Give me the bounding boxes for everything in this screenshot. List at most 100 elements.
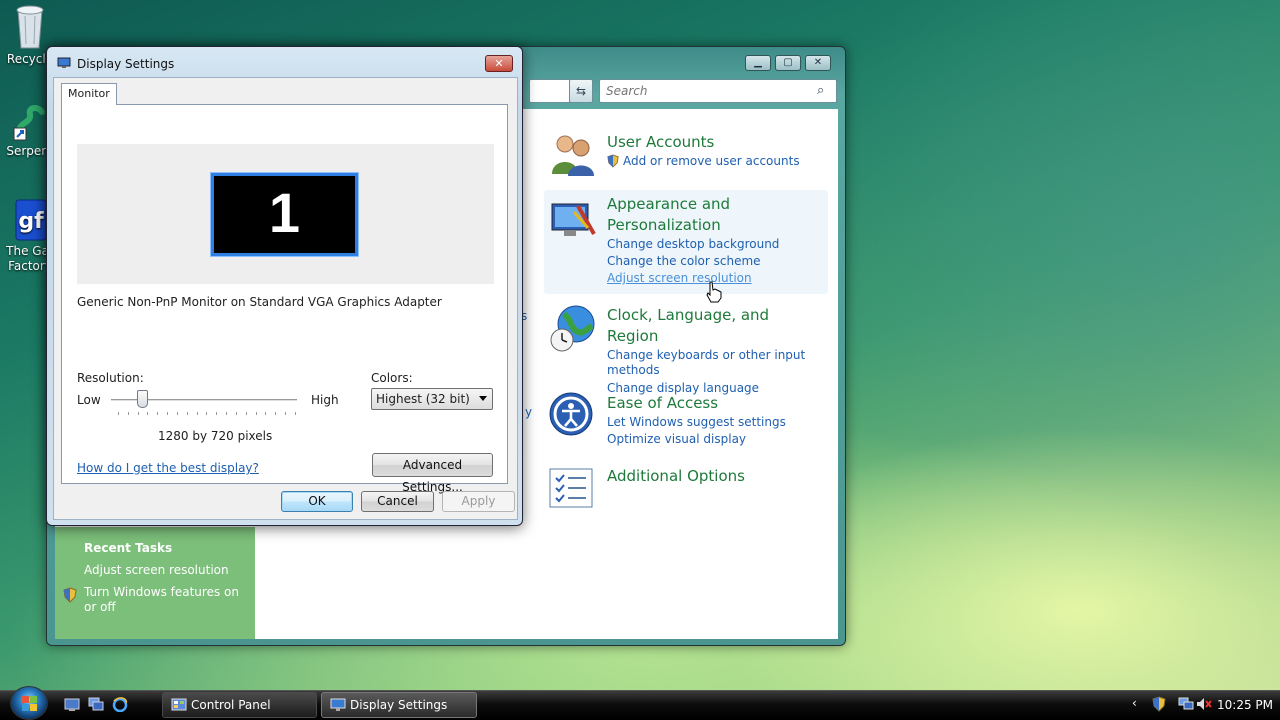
slider-tick <box>226 412 228 415</box>
show-desktop-icon[interactable] <box>64 697 80 712</box>
chevron-down-icon <box>479 396 487 401</box>
slider-tick <box>294 412 296 415</box>
slider-tick <box>167 412 169 415</box>
slider-tick <box>285 412 287 415</box>
slider-tick <box>216 412 218 415</box>
dialog-body: Monitor 1 Generic Non-PnP Monitor on Sta… <box>53 77 518 520</box>
hand-cursor-icon <box>706 281 722 303</box>
slider-tick <box>275 412 277 415</box>
slider-tick <box>127 412 129 415</box>
category-link[interactable]: Optimize visual display <box>607 431 786 448</box>
monitor-panel: 1 Generic Non-PnP Monitor on Standard VG… <box>61 104 508 494</box>
appearance-icon <box>551 203 596 236</box>
colors-label: Colors: <box>371 371 413 385</box>
recent-tasks-pane: Recent Tasks Adjust screen resolution Tu… <box>55 527 255 639</box>
help-link[interactable]: How do I get the best display? <box>77 461 259 475</box>
peek-text: y <box>525 405 533 419</box>
recent-task-link[interactable]: Adjust screen resolution <box>84 563 229 577</box>
slider-tick <box>245 412 247 415</box>
category-title[interactable]: Clock, Language, and Region <box>607 305 817 347</box>
dialog-title: Display Settings <box>77 57 175 71</box>
shield-icon[interactable] <box>1152 696 1166 712</box>
minimize-button[interactable]: ▁ <box>745 55 771 71</box>
start-button[interactable] <box>10 686 48 720</box>
recent-tasks-heading: Recent Tasks <box>84 541 173 555</box>
slider-tick <box>265 412 267 415</box>
display-settings-dialog[interactable]: Display Settings ✕ Monitor 1 Generic Non… <box>46 46 523 526</box>
category-clock-language: Clock, Language, and Region Change keybo… <box>607 305 817 397</box>
monitor-1-tile[interactable]: 1 <box>210 172 359 257</box>
shield-icon <box>607 154 619 168</box>
display-settings-icon <box>330 698 346 711</box>
ease-of-access-icon <box>549 392 593 436</box>
network-icon[interactable] <box>1178 697 1194 711</box>
chevron-left-icon[interactable]: ‹ <box>1132 696 1137 710</box>
resolution-slider-thumb[interactable] <box>137 390 149 408</box>
internet-explorer-icon[interactable] <box>112 697 128 712</box>
close-button[interactable]: ✕ <box>485 55 513 72</box>
control-panel-icon <box>171 698 187 711</box>
slider-tick <box>186 412 188 415</box>
resolution-slider-ticks <box>118 412 296 416</box>
svg-text:gf: gf <box>18 209 44 234</box>
advanced-settings-button[interactable]: Advanced Settings... <box>372 453 493 494</box>
maximize-button[interactable]: ▢ <box>775 55 801 71</box>
user-accounts-icon <box>552 135 594 176</box>
game-factory-icon: gf <box>15 199 47 241</box>
additional-options-icon <box>549 468 593 508</box>
apply-button[interactable]: Apply <box>442 491 515 512</box>
category-additional-options: Additional Options <box>607 466 745 487</box>
category-title[interactable]: User Accounts <box>607 132 800 153</box>
slider-low-label: Low <box>77 393 101 407</box>
category-link[interactable]: Change keyboards or other input methods <box>607 347 817 380</box>
category-link[interactable]: Add or remove user accounts <box>607 153 800 170</box>
resolution-value: 1280 by 720 pixels <box>158 429 273 443</box>
category-ease-of-access: Ease of Access Let Windows suggest setti… <box>607 393 786 448</box>
category-link[interactable]: Change the color scheme <box>607 253 807 270</box>
slider-high-label: High <box>311 393 339 407</box>
recent-task-link[interactable]: Turn Windows features on or off <box>84 585 249 615</box>
category-appearance: Appearance and Personalization Change de… <box>607 194 807 287</box>
cancel-button[interactable]: Cancel <box>361 491 434 512</box>
taskbar-button-display-settings[interactable]: Display Settings <box>321 692 477 718</box>
shield-icon <box>63 587 77 603</box>
slider-tick <box>235 412 237 415</box>
slider-tick <box>147 412 149 415</box>
taskbar-button-label: Display Settings <box>350 698 448 712</box>
tab-monitor[interactable]: Monitor <box>61 83 117 105</box>
monitor-arrangement-area: 1 <box>77 144 494 284</box>
close-icon: ✕ <box>494 57 504 70</box>
category-title[interactable]: Ease of Access <box>607 393 786 414</box>
monitor-description: Generic Non-PnP Monitor on Standard VGA … <box>77 295 442 309</box>
refresh-button[interactable]: ⇆ <box>569 79 593 103</box>
windows-logo-icon <box>22 696 37 711</box>
slider-tick <box>255 412 257 415</box>
display-settings-title-icon <box>57 57 71 68</box>
category-link[interactable]: Let Windows suggest settings <box>607 414 786 431</box>
search-icon[interactable]: ⌕ <box>817 83 824 98</box>
taskbar-button-label: Control Panel <box>191 698 271 712</box>
ok-button[interactable]: OK <box>281 491 353 512</box>
taskbar-button-control-panel[interactable]: Control Panel <box>162 692 317 718</box>
clock-globe-icon <box>550 305 595 352</box>
slider-tick <box>206 412 208 415</box>
category-title[interactable]: Additional Options <box>607 466 745 487</box>
category-title[interactable]: Appearance and Personalization <box>607 194 807 236</box>
colors-select[interactable]: Highest (32 bit) <box>371 388 493 410</box>
colors-select-value: Highest (32 bit) <box>376 392 470 406</box>
slider-tick <box>196 412 198 415</box>
system-clock[interactable]: 10:25 PM <box>1217 698 1273 712</box>
window-caption-buttons: ▁ ▢ ✕ <box>745 55 831 71</box>
category-user-accounts: User Accounts Add or remove user account… <box>607 132 800 170</box>
switch-windows-icon[interactable] <box>88 697 104 712</box>
serpent-game-icon <box>13 105 45 141</box>
recycle-bin-icon <box>16 5 44 49</box>
volume-muted-icon[interactable] <box>1196 697 1212 711</box>
search-input[interactable] <box>599 79 837 103</box>
close-button[interactable]: ✕ <box>805 55 831 71</box>
refresh-icon: ⇆ <box>575 84 587 98</box>
slider-tick <box>137 412 139 415</box>
category-link[interactable]: Change desktop background <box>607 236 807 253</box>
slider-tick <box>176 412 178 415</box>
slider-tick <box>118 412 119 415</box>
